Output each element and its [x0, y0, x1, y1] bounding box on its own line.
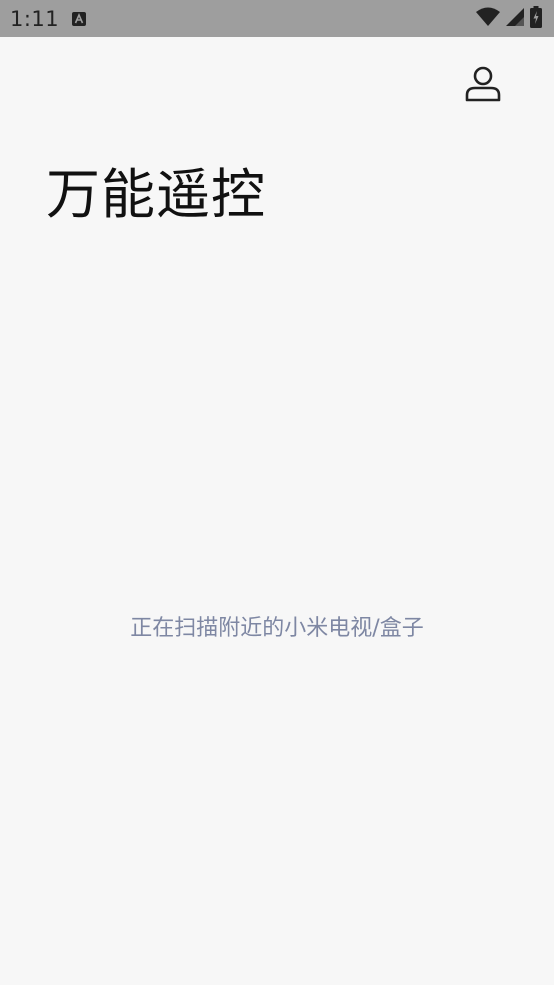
status-bar: 1:11	[0, 0, 554, 37]
user-profile-icon	[463, 64, 503, 108]
status-icons	[476, 6, 542, 32]
wifi-icon	[476, 7, 500, 31]
app-screen: 1:11 万能遥控 正在扫描附近的小米电视/盒子	[0, 0, 554, 985]
scan-status-text: 正在扫描附近的小米电视/盒子	[130, 616, 424, 641]
user-profile-button[interactable]	[462, 65, 504, 107]
battery-charging-icon	[530, 6, 542, 32]
cell-signal-icon	[506, 8, 524, 30]
text-a-icon	[72, 11, 86, 26]
status-time: 1:11	[10, 7, 60, 31]
page-title: 万能遥控	[46, 163, 266, 226]
